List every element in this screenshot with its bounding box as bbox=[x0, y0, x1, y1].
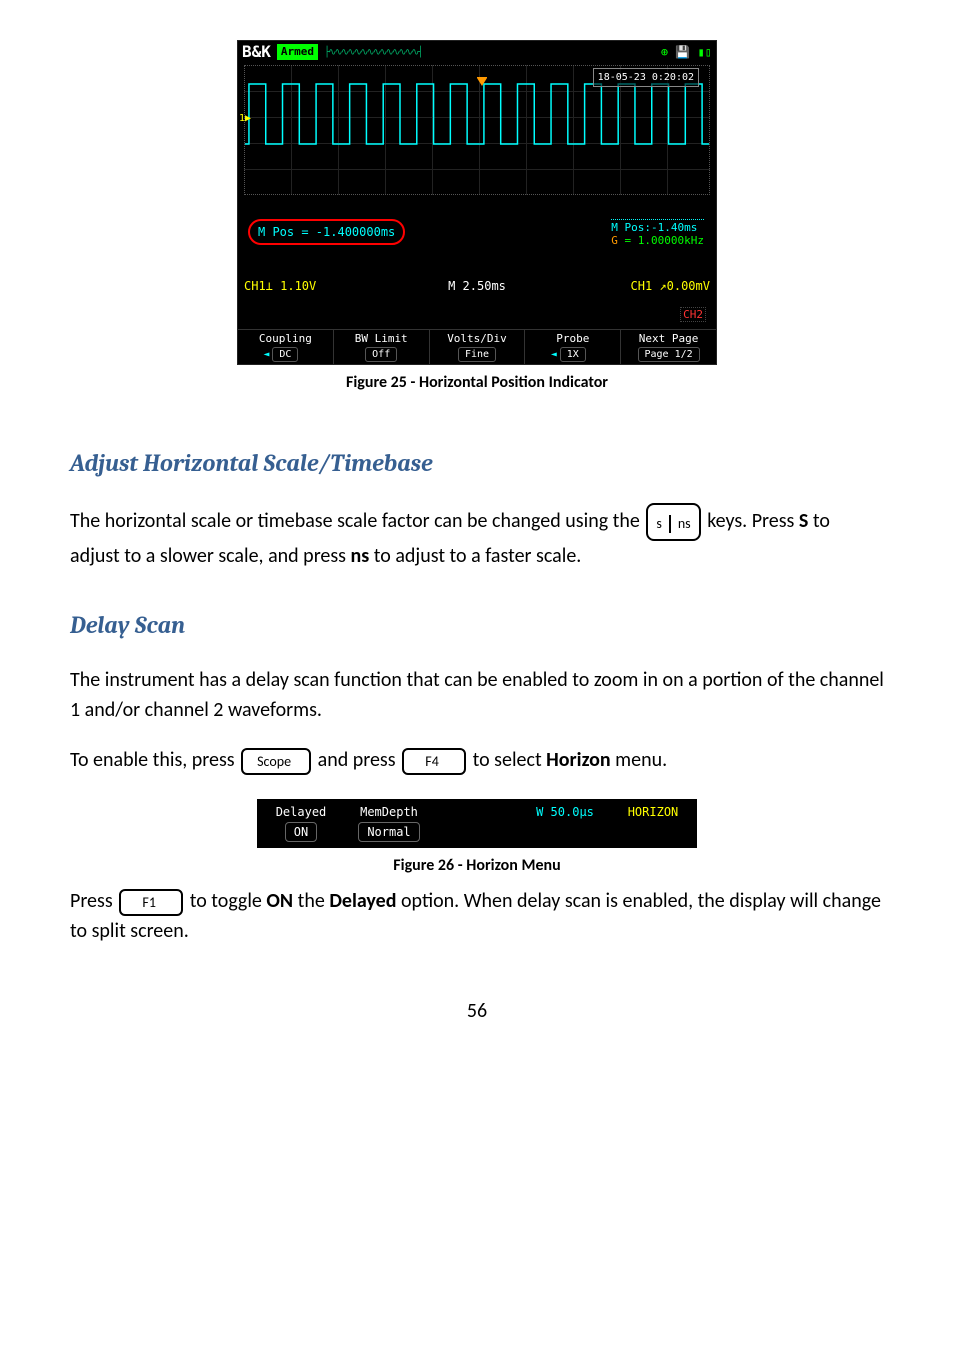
oscilloscope-screenshot: B&K Armed ├∿∿∿∿∿∿∿∿∿∿∿∿∿∿┤ ⊕ 💾 ▮▯ 18-05-… bbox=[237, 40, 717, 365]
paragraph-f1: Press F1 to toggle ON the Delayed option… bbox=[70, 886, 884, 946]
mpos-highlight: M Pos = -1.400000ms bbox=[248, 219, 405, 245]
figure-26-caption: Figure 26 - Horizon Menu bbox=[70, 854, 884, 878]
heading-adjust-horizontal-scale: Adjust Horizontal Scale/Timebase bbox=[70, 445, 884, 481]
bk-logo: B&K bbox=[242, 40, 271, 64]
top-icons: ⊕ 💾 ▮▯ bbox=[661, 43, 712, 61]
menu-probe: Probe ◄1X bbox=[525, 330, 621, 364]
freq-readout: G = 1.00000kHz bbox=[611, 234, 704, 247]
timestamp: 18-05-23 0:20:02 bbox=[593, 68, 699, 87]
trigger-readout: CH1 ↗0.00mV bbox=[555, 277, 710, 295]
waveform-preview: ├∿∿∿∿∿∿∿∿∿∿∿∿∿∿┤ bbox=[324, 45, 657, 60]
paragraph-hscale: The horizontal scale or timebase scale f… bbox=[70, 503, 884, 571]
mpos-info: M Pos:-1.40ms G = 1.00000kHz bbox=[611, 219, 704, 247]
figure-26: Delayed ON MemDepth Normal W 50.0µs HORI… bbox=[70, 795, 884, 878]
save-icon: 💾 bbox=[675, 45, 690, 59]
f4-key: F4 bbox=[402, 748, 466, 775]
f1-key: F1 bbox=[119, 889, 183, 916]
menu-nextpage: Next Page Page 1/2 bbox=[621, 330, 716, 364]
menu-voltsdiv: Volts/Div Fine bbox=[430, 330, 526, 364]
figure-25: B&K Armed ├∿∿∿∿∿∿∿∿∿∿∿∿∿∿┤ ⊕ 💾 ▮▯ 18-05-… bbox=[70, 40, 884, 395]
horizon-wtime: W 50.0µs bbox=[521, 799, 609, 827]
readout-row: CH1⟂ 1.10V M 2.50ms CH1 ↗0.00mV bbox=[238, 275, 716, 297]
horizon-delayed: Delayed ON bbox=[257, 799, 345, 848]
menu-bwlimit: BW Limit Off bbox=[334, 330, 430, 364]
mpos-value: M Pos:-1.40ms bbox=[611, 219, 704, 234]
heading-delay-scan: Delay Scan bbox=[70, 607, 884, 643]
waveform-display-upper: 18-05-23 0:20:02 bbox=[244, 65, 710, 195]
softkey-menu: Coupling ◄DC BW Limit Off Volts/Div Fine… bbox=[238, 329, 716, 364]
scope-status-bar: B&K Armed ├∿∿∿∿∿∿∿∿∿∿∿∿∿∿┤ ⊕ 💾 ▮▯ bbox=[238, 41, 716, 63]
menu-coupling: Coupling ◄DC bbox=[238, 330, 334, 364]
horizon-memdepth: MemDepth Normal bbox=[345, 799, 433, 848]
horizon-menu-bar: Delayed ON MemDepth Normal W 50.0µs HORI… bbox=[257, 799, 697, 848]
paragraph-delay-intro: The instrument has a delay scan function… bbox=[70, 665, 884, 725]
channel-waveform bbox=[245, 74, 709, 164]
s-ns-key: sns bbox=[646, 503, 700, 541]
horizon-blank bbox=[433, 799, 521, 809]
ch1-marker: 1▶ bbox=[239, 111, 251, 126]
battery-icon: ▮▯ bbox=[698, 45, 712, 59]
horizon-title: HORIZON bbox=[609, 799, 697, 827]
trigger-marker bbox=[477, 66, 487, 76]
figure-25-caption: Figure 25 - Horizontal Position Indicato… bbox=[70, 371, 884, 395]
ch2-label: CH2 bbox=[238, 297, 716, 329]
scope-key: Scope bbox=[241, 748, 311, 775]
ch1-voltage: CH1⟂ 1.10V bbox=[244, 277, 399, 295]
timebase-readout: M 2.50ms bbox=[399, 277, 554, 295]
page-number: 56 bbox=[70, 996, 884, 1026]
armed-badge: Armed bbox=[277, 44, 318, 61]
waveform-display-lower: M Pos = -1.400000ms M Pos:-1.40ms G = 1.… bbox=[244, 197, 710, 273]
paragraph-enable: To enable this, press Scope and press F4… bbox=[70, 745, 884, 775]
